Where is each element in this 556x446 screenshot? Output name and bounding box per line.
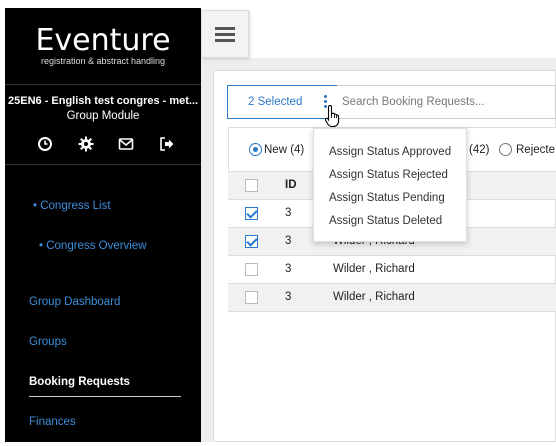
select-all-cell (228, 172, 276, 200)
row-select-cell (228, 227, 276, 256)
menu-item-assign-approved[interactable]: Assign Status Approved (314, 141, 466, 164)
select-all-checkbox[interactable] (245, 178, 258, 192)
congress-title: 25EN6 - English test congres - met... (8, 95, 199, 107)
logo-name: Eventure (35, 23, 171, 58)
clock-icon[interactable] (37, 136, 53, 152)
envelope-icon[interactable] (118, 136, 134, 152)
row-select-cell (228, 199, 276, 228)
row-id: 3 (276, 255, 324, 284)
filter-radio-new[interactable] (249, 143, 262, 156)
gear-icon[interactable] (78, 136, 94, 152)
row-checkbox[interactable] (245, 234, 258, 248)
sidebar-item-group-dashboard[interactable]: Group Dashboard (29, 296, 120, 308)
bulk-actions-dropdown: Assign Status Approved Assign Status Rej… (313, 128, 467, 242)
search-input[interactable] (337, 85, 556, 119)
filter-label-rejected: Rejecte (516, 144, 555, 156)
row-checkbox[interactable] (245, 262, 258, 276)
row-checkbox[interactable] (245, 206, 258, 220)
row-select-cell (228, 283, 276, 312)
filter-approved-count: (42) (469, 144, 490, 156)
menu-item-assign-pending[interactable]: Assign Status Pending (314, 187, 466, 210)
hamburger-menu-button[interactable] (201, 10, 249, 58)
sidebar-icon-bar (5, 134, 201, 154)
module-name: Group Module (66, 110, 140, 122)
sidebar-item-booking-requests[interactable]: Booking Requests (29, 376, 130, 388)
selected-count-label: 2 Selected (248, 96, 303, 108)
sidebar-item-groups[interactable]: Groups (29, 336, 67, 348)
hand-cursor-icon (324, 104, 340, 128)
divider (5, 84, 201, 85)
active-indicator (29, 396, 181, 397)
divider (5, 164, 201, 165)
row-checkbox[interactable] (245, 290, 258, 304)
sidebar-item-congress-overview[interactable]: • Congress Overview (39, 240, 147, 252)
table-row[interactable]: 3 Wilder , Richard (228, 255, 556, 284)
logo: Eventure registration & abstract handlin… (5, 23, 201, 67)
table-row[interactable]: 3 Wilder , Richard (228, 283, 556, 312)
hamburger-icon (215, 24, 235, 45)
app-window: Eventure registration & abstract handlin… (0, 0, 556, 446)
row-name: Wilder , Richard (324, 283, 556, 312)
logo-tagline: registration & abstract handling (40, 56, 166, 66)
sign-out-icon[interactable] (159, 136, 175, 152)
menu-item-assign-deleted[interactable]: Assign Status Deleted (314, 210, 466, 233)
sidebar-item-finances[interactable]: Finances (29, 416, 76, 428)
sidebar-item-congress-list[interactable]: • Congress List (33, 200, 111, 212)
menu-item-assign-rejected[interactable]: Assign Status Rejected (314, 164, 466, 187)
filter-label-new: New (4) (264, 144, 305, 156)
sidebar: Eventure registration & abstract handlin… (5, 8, 201, 442)
filter-radio-rejected[interactable] (499, 143, 512, 156)
row-id: 3 (276, 283, 324, 312)
row-name: Wilder , Richard (324, 255, 556, 284)
bulk-actions-button[interactable]: 2 Selected (227, 85, 338, 119)
row-select-cell (228, 255, 276, 284)
